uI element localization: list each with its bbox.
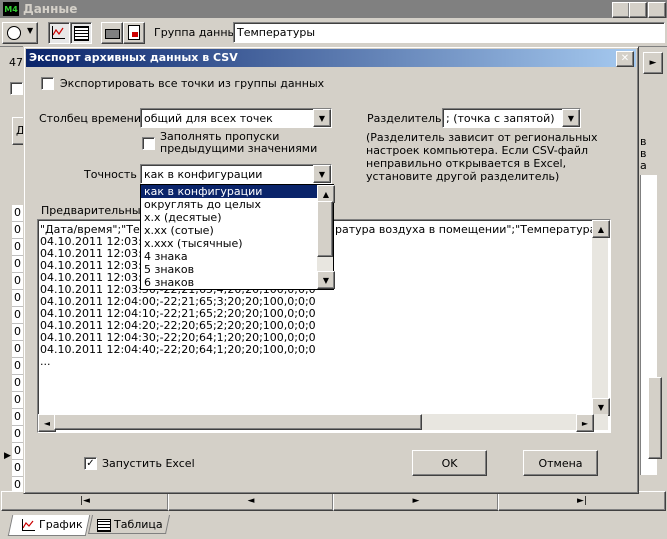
settings-dropdown-button[interactable]: ▼ (2, 22, 38, 44)
main-title-bar[interactable]: M4 Данные _ □ ✕ (0, 0, 667, 18)
precision-option[interactable]: 6 знаков (141, 276, 317, 289)
horizontal-scroll-thumb[interactable] (54, 414, 422, 430)
minimize-button[interactable]: _ (612, 2, 630, 18)
separator-label: Разделитель: (367, 112, 446, 125)
launch-excel-label: Запустить Excel (102, 457, 195, 470)
preview-header-right: ратура воздуха в помещении";"Температура… (335, 223, 610, 236)
time-column-select[interactable]: общий для всех точек ▼ (140, 108, 332, 128)
precision-option[interactable]: 4 знака (141, 250, 317, 263)
table-icon (74, 26, 89, 41)
view-tabs: График Таблица (0, 515, 667, 539)
dialog-close-button[interactable]: ✕ (616, 51, 634, 67)
preview-vertical-scrollbar[interactable]: ▲ ▼ (592, 220, 610, 416)
scroll-up-button[interactable]: ▲ (592, 220, 610, 238)
fill-gaps-label: Заполнять пропуски предыдущими значениям… (160, 130, 318, 155)
last-record-button[interactable]: ►| (498, 491, 666, 511)
main-toolbar: ▼ Группа данных: Температуры (0, 19, 667, 47)
dialog-title: Экспорт архивных данных в CSV (29, 51, 238, 64)
table-icon (97, 519, 111, 532)
print-button[interactable] (101, 22, 123, 44)
export-document-icon (128, 25, 140, 40)
separator-value: ; (точка с запятой) (446, 111, 555, 125)
export-all-checkbox[interactable] (41, 77, 54, 90)
column-fragment: а (640, 159, 647, 172)
precision-option[interactable]: x.x (десятые) (141, 211, 317, 224)
chevron-down-icon: ▼ (27, 26, 34, 35)
next-record-button[interactable]: ► (333, 491, 499, 511)
precision-label: Точность (84, 168, 137, 181)
ok-button-label: OK (441, 456, 458, 470)
clock-icon (7, 26, 21, 40)
tab-chart-label: График (39, 518, 83, 531)
close-button[interactable]: ✕ (648, 2, 666, 18)
vertical-scroll-thumb[interactable] (648, 377, 662, 459)
row-pointer-icon: ▶ (4, 451, 11, 461)
dropdown-scroll-thumb[interactable] (317, 201, 333, 257)
fill-gaps-checkbox[interactable] (142, 137, 155, 150)
precision-value: как в конфигурации (144, 167, 263, 181)
chart-icon (22, 519, 35, 531)
chart-icon (52, 26, 65, 39)
chevron-down-icon[interactable]: ▼ (562, 109, 580, 127)
cancel-button-label: Отмена (538, 456, 583, 470)
row-number-label: 47 (9, 56, 23, 69)
preview-label: Предварительный (41, 204, 148, 217)
preview-horizontal-scrollbar[interactable]: ◄ ► (38, 414, 608, 432)
column-fragment: в (640, 147, 647, 160)
tab-table-label: Таблица (114, 518, 163, 531)
printer-icon (105, 29, 120, 39)
app-logo-icon: M4 (3, 2, 19, 16)
time-column-value: общий для всех точек (144, 111, 273, 125)
separator-select[interactable]: ; (точка с запятой) ▼ (442, 108, 581, 128)
chart-view-button[interactable] (48, 22, 70, 44)
launch-excel-checkbox[interactable]: ✓ (84, 457, 97, 470)
precision-dropdown-list: как в конфигурации округлять до целых x.… (140, 184, 335, 290)
separator-note: (Разделитель зависит от региональных нас… (366, 131, 598, 183)
chevron-down-icon[interactable]: ▼ (313, 109, 331, 127)
precision-option[interactable]: 5 знаков (141, 263, 317, 276)
ok-button[interactable]: OK (412, 450, 487, 476)
preview-line: ... (40, 355, 51, 368)
maximize-button[interactable]: □ (629, 2, 647, 18)
precision-option[interactable]: округлять до целых (141, 198, 317, 211)
main-window-title: Данные (23, 2, 78, 16)
preview-line: 04.10.2011 12:04:40;-22;20;64;1;20;20;10… (40, 343, 316, 356)
chevron-down-icon[interactable]: ▼ (313, 165, 331, 183)
column-fragment: в (640, 135, 647, 148)
right-cells: в в а (640, 135, 656, 172)
export-button[interactable] (123, 22, 145, 44)
preview-short-lines: 04.10.2011 12:03:10 04.10.2011 12:03:20 … (40, 236, 156, 284)
precision-option[interactable]: x.xx (сотые) (141, 224, 317, 237)
export-all-label: Экспортировать все точки из группы данны… (60, 77, 325, 90)
precision-options: как в конфигурации округлять до целых x.… (141, 185, 317, 289)
data-group-value: Температуры (237, 26, 316, 39)
precision-option[interactable]: как в конфигурации (141, 185, 317, 198)
prev-record-button[interactable]: ◄ (168, 491, 334, 511)
precision-option[interactable]: x.xxx (тысячные) (141, 237, 317, 250)
table-view-button[interactable] (70, 22, 92, 44)
export-csv-dialog: Экспорт архивных данных в CSV ✕ Экспорти… (23, 46, 639, 494)
dialog-title-bar[interactable]: Экспорт архивных данных в CSV ✕ (26, 49, 636, 67)
preview-lines: 04.10.2011 12:03:50;-22;21;65;4;20;20;10… (40, 284, 316, 368)
row-checkbox[interactable] (10, 82, 23, 95)
scroll-right-button[interactable]: ► (576, 414, 594, 432)
time-column-label: Столбец времени: (39, 112, 145, 125)
dropdown-scrollbar[interactable]: ▲ ▼ (317, 185, 335, 289)
data-group-select[interactable]: Температуры (233, 22, 665, 43)
scroll-down-button[interactable]: ▼ (317, 271, 335, 289)
cancel-button[interactable]: Отмена (523, 450, 598, 476)
precision-select[interactable]: как в конфигурации ▼ (140, 164, 332, 184)
first-record-button[interactable]: |◄ (1, 491, 169, 511)
scroll-right-button[interactable]: ► (643, 52, 663, 74)
